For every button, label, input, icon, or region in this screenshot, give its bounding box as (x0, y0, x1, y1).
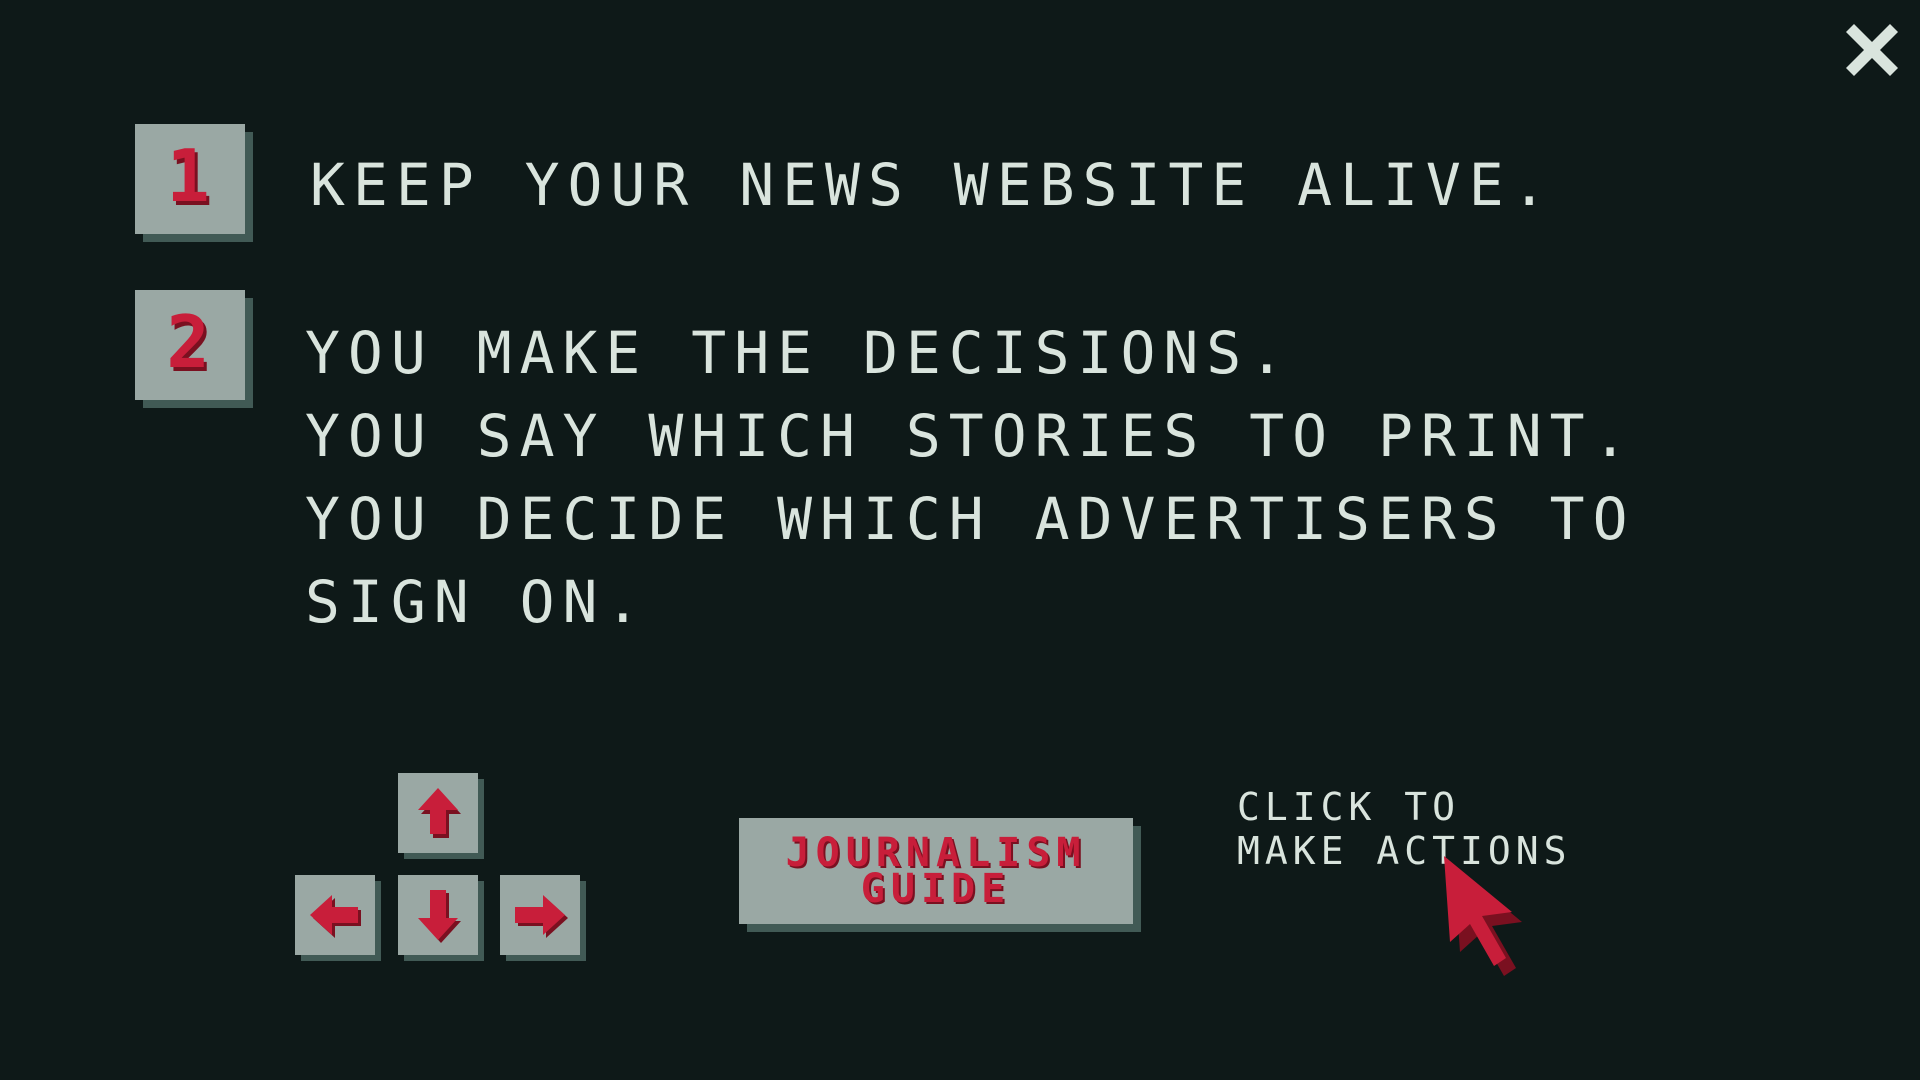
journalism-guide-button[interactable]: JOURNALISM GUIDE (739, 818, 1133, 924)
step-1-number: 1 (166, 134, 210, 218)
arrow-left-key[interactable] (295, 875, 375, 955)
arrow-right-key[interactable] (500, 875, 580, 955)
step-2-line: SIGN ON. (305, 568, 649, 636)
step-2-text: YOU MAKE THE DECISIONS. YOU SAY WHICH ST… (305, 312, 1636, 644)
arrow-down-icon (418, 890, 461, 943)
arrow-up-icon (418, 788, 461, 838)
close-icon (1846, 24, 1898, 76)
arrow-left-icon (310, 895, 361, 938)
step-2-line: YOU MAKE THE DECISIONS. (305, 319, 1293, 387)
step-1-line: KEEP YOUR NEWS WEBSITE ALIVE. (310, 151, 1555, 219)
step-2-number-key: 2 (135, 290, 245, 400)
arrow-right-icon (515, 895, 568, 938)
close-button[interactable] (1836, 14, 1908, 86)
step-1-number-key: 1 (135, 124, 245, 234)
arrow-down-key[interactable] (398, 875, 478, 955)
step-1-text: KEEP YOUR NEWS WEBSITE ALIVE. (310, 144, 1555, 227)
click-hint-line: CLICK TO (1237, 785, 1461, 829)
mouse-pointer-icon (1430, 852, 1530, 982)
guide-label-line2: GUIDE (860, 866, 1012, 912)
step-2-number: 2 (166, 300, 210, 384)
arrow-up-key[interactable] (398, 773, 478, 853)
step-2-line: YOU DECIDE WHICH ADVERTISERS TO (305, 485, 1636, 553)
step-2-line: YOU SAY WHICH STORIES TO PRINT. (305, 402, 1636, 470)
